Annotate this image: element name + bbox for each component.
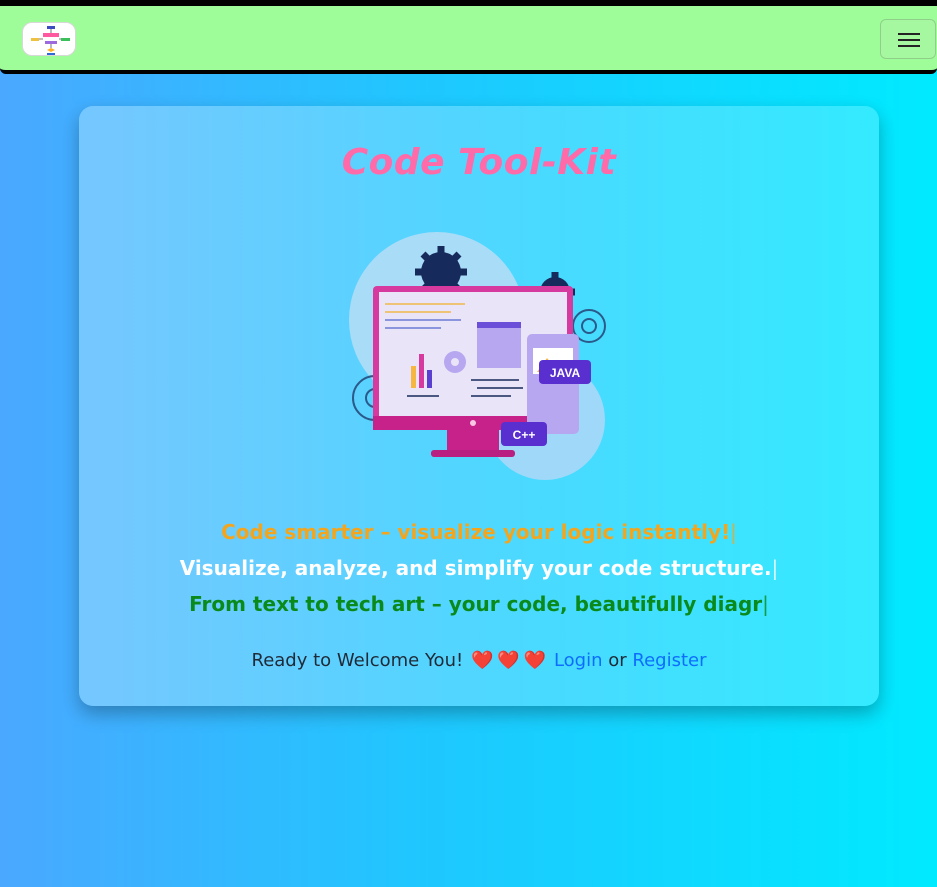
welcome-text: Ready to Welcome You!: [251, 650, 464, 671]
typing-cursor: |: [771, 556, 779, 580]
tagline-text: Visualize, analyze, and simplify your co…: [179, 556, 772, 580]
computer-code-illustration-icon: JAVA C++: [341, 228, 615, 486]
navbar: [0, 6, 937, 74]
hamburger-menu-button[interactable]: [880, 19, 936, 59]
or-text: or: [608, 650, 627, 671]
tagline-1: Code smarter – visualize your logic inst…: [79, 520, 879, 544]
heart-icon: ❤️: [470, 650, 494, 671]
page-title: Code Tool-Kit: [341, 142, 617, 183]
typing-cursor: |: [762, 592, 769, 616]
typing-cursor: |: [730, 520, 737, 544]
hero-card: Code Tool-Kit JAVA C++ Code smarter – vi…: [79, 106, 879, 706]
login-link[interactable]: Login: [554, 650, 603, 671]
tagline-2: Visualize, analyze, and simplify your co…: [79, 556, 879, 580]
menu-bar: [898, 39, 920, 41]
welcome-message: Ready to Welcome You! ❤️ ❤️ ❤️ Login or Re…: [79, 650, 879, 671]
menu-bar: [898, 33, 920, 35]
register-link[interactable]: Register: [632, 650, 706, 671]
menu-bar: [898, 45, 920, 47]
tagline-3: From text to tech art – your code, beaut…: [79, 592, 879, 616]
heart-icon: ❤️: [523, 650, 547, 671]
tagline-text: From text to tech art – your code, beaut…: [189, 592, 763, 616]
heart-icon: ❤️: [497, 650, 520, 671]
tagline-text: Code smarter – visualize your logic inst…: [221, 520, 731, 544]
java-badge: JAVA: [550, 366, 581, 380]
flowchart-logo-icon[interactable]: [22, 22, 76, 56]
cpp-badge: C++: [513, 428, 536, 442]
